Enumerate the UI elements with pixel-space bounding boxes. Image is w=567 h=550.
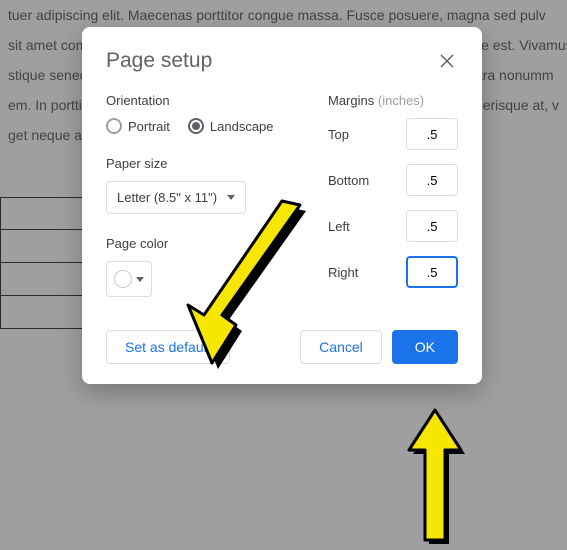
- close-icon: [440, 54, 454, 68]
- page-setup-dialog: Page setup Orientation Portrait Landscap…: [82, 27, 482, 384]
- cancel-button[interactable]: Cancel: [300, 330, 382, 364]
- margins-label: Margins (inches): [328, 93, 458, 108]
- radio-icon: [188, 118, 204, 134]
- margin-bottom-input[interactable]: [406, 164, 458, 196]
- paper-size-select[interactable]: Letter (8.5" x 11"): [106, 181, 246, 214]
- paper-size-label: Paper size: [106, 156, 300, 171]
- margin-bottom-label: Bottom: [328, 173, 369, 188]
- dialog-title: Page setup: [106, 49, 212, 73]
- margin-top-label: Top: [328, 127, 349, 142]
- portrait-radio[interactable]: Portrait: [106, 118, 170, 134]
- landscape-radio-label: Landscape: [210, 119, 274, 134]
- orientation-label: Orientation: [106, 93, 300, 108]
- chevron-down-icon: [227, 195, 235, 200]
- margin-right-label: Right: [328, 265, 358, 280]
- margin-left-label: Left: [328, 219, 350, 234]
- margin-left-input[interactable]: [406, 210, 458, 242]
- margin-right-input[interactable]: [406, 256, 458, 288]
- radio-icon: [106, 118, 122, 134]
- set-as-default-button[interactable]: Set as default: [106, 330, 230, 364]
- margin-top-input[interactable]: [406, 118, 458, 150]
- close-button[interactable]: [436, 50, 458, 72]
- page-color-label: Page color: [106, 236, 300, 251]
- landscape-radio[interactable]: Landscape: [188, 118, 274, 134]
- chevron-down-icon: [136, 277, 144, 282]
- paper-size-value: Letter (8.5" x 11"): [117, 190, 217, 205]
- ok-button[interactable]: OK: [392, 330, 458, 364]
- page-color-picker[interactable]: [106, 261, 152, 297]
- color-swatch-icon: [114, 270, 132, 288]
- portrait-radio-label: Portrait: [128, 119, 170, 134]
